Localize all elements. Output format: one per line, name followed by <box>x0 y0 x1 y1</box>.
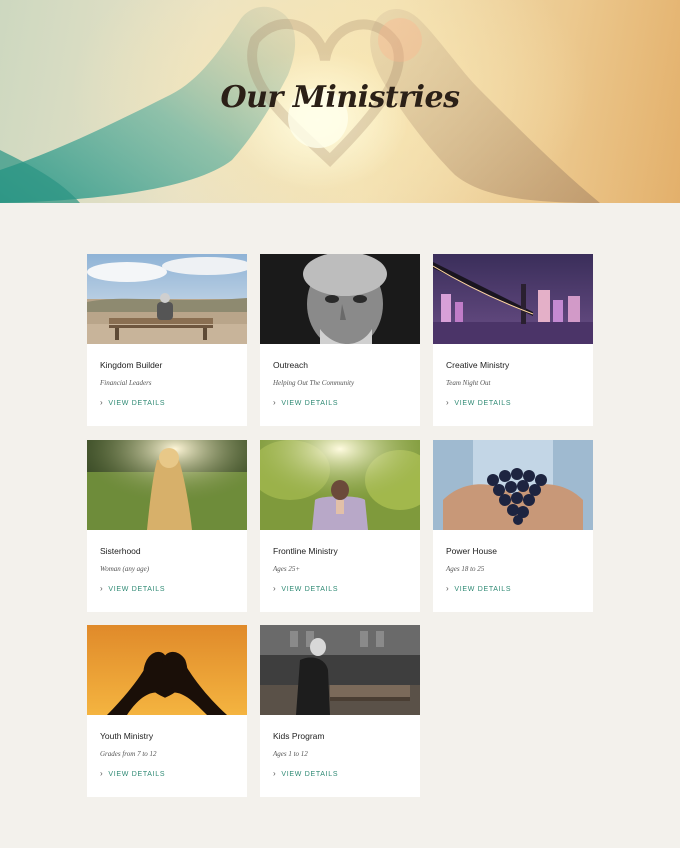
view-details-link[interactable]: › VIEW DETAILS <box>100 585 234 593</box>
card-subtitle: Team Night Out <box>446 379 491 387</box>
view-details-link[interactable]: › VIEW DETAILS <box>446 585 580 593</box>
ministry-card-kingdom-builder[interactable]: Kingdom Builder Financial Leaders › VIEW… <box>87 254 247 426</box>
chevron-right-icon: › <box>100 769 104 778</box>
view-details-label: VIEW DETAILS <box>108 770 166 778</box>
view-details-label: VIEW DETAILS <box>108 399 166 407</box>
card-photo <box>260 440 420 530</box>
card-photo <box>433 440 593 530</box>
card-title: Creative Ministry <box>446 360 510 370</box>
view-details-label: VIEW DETAILS <box>108 585 166 593</box>
card-photo <box>260 625 420 715</box>
card-title: Frontline Ministry <box>273 546 338 556</box>
page-title: Our Ministries <box>220 80 460 115</box>
card-subtitle: Ages 1 to 12 <box>273 750 308 758</box>
card-photo <box>87 440 247 530</box>
card-title: Power House <box>446 546 498 556</box>
card-title: Outreach <box>273 360 308 370</box>
card-photo <box>87 254 247 344</box>
view-details-link[interactable]: › VIEW DETAILS <box>273 399 407 407</box>
view-details-label: VIEW DETAILS <box>281 585 339 593</box>
ministry-card-youth-ministry[interactable]: Youth Ministry Grades from 7 to 12 › VIE… <box>87 625 247 797</box>
view-details-label: VIEW DETAILS <box>281 770 339 778</box>
card-subtitle: Ages 25+ <box>273 565 301 573</box>
card-photo <box>433 254 593 344</box>
card-photo <box>87 625 247 715</box>
card-subtitle: Ages 18 to 25 <box>446 565 485 573</box>
view-details-link[interactable]: › VIEW DETAILS <box>273 770 407 778</box>
ministry-card-kids-program[interactable]: Kids Program Ages 1 to 12 › VIEW DETAILS <box>260 625 420 797</box>
card-subtitle: Woman (any age) <box>100 565 150 573</box>
card-title: Kids Program <box>273 731 325 741</box>
chevron-right-icon: › <box>446 584 450 593</box>
card-photo <box>260 254 420 344</box>
hero-banner: Our Ministries <box>0 0 680 203</box>
chevron-right-icon: › <box>100 584 104 593</box>
chevron-right-icon: › <box>273 584 277 593</box>
card-title: Youth Ministry <box>100 731 154 741</box>
view-details-link[interactable]: › VIEW DETAILS <box>273 585 407 593</box>
view-details-link[interactable]: › VIEW DETAILS <box>100 770 234 778</box>
view-details-link[interactable]: › VIEW DETAILS <box>100 399 234 407</box>
ministry-card-sisterhood[interactable]: Sisterhood Woman (any age) › VIEW DETAIL… <box>87 440 247 612</box>
chevron-right-icon: › <box>273 398 277 407</box>
view-details-label: VIEW DETAILS <box>281 399 339 407</box>
card-title: Kingdom Builder <box>100 360 163 370</box>
ministry-card-outreach[interactable]: Outreach Helping Out The Community › VIE… <box>260 254 420 426</box>
chevron-right-icon: › <box>446 398 450 407</box>
card-subtitle: Grades from 7 to 12 <box>100 750 157 758</box>
card-subtitle: Helping Out The Community <box>273 379 355 387</box>
view-details-label: VIEW DETAILS <box>454 585 512 593</box>
chevron-right-icon: › <box>273 769 277 778</box>
view-details-link[interactable]: › VIEW DETAILS <box>446 399 580 407</box>
card-title: Sisterhood <box>100 546 141 556</box>
card-subtitle: Financial Leaders <box>100 379 152 387</box>
chevron-right-icon: › <box>100 398 104 407</box>
ministry-card-power-house[interactable]: Power House Ages 18 to 25 › VIEW DETAILS <box>433 440 593 612</box>
ministry-card-creative-ministry[interactable]: Creative Ministry Team Night Out › VIEW … <box>433 254 593 426</box>
view-details-label: VIEW DETAILS <box>454 399 512 407</box>
ministry-card-frontline-ministry[interactable]: Frontline Ministry Ages 25+ › VIEW DETAI… <box>260 440 420 612</box>
